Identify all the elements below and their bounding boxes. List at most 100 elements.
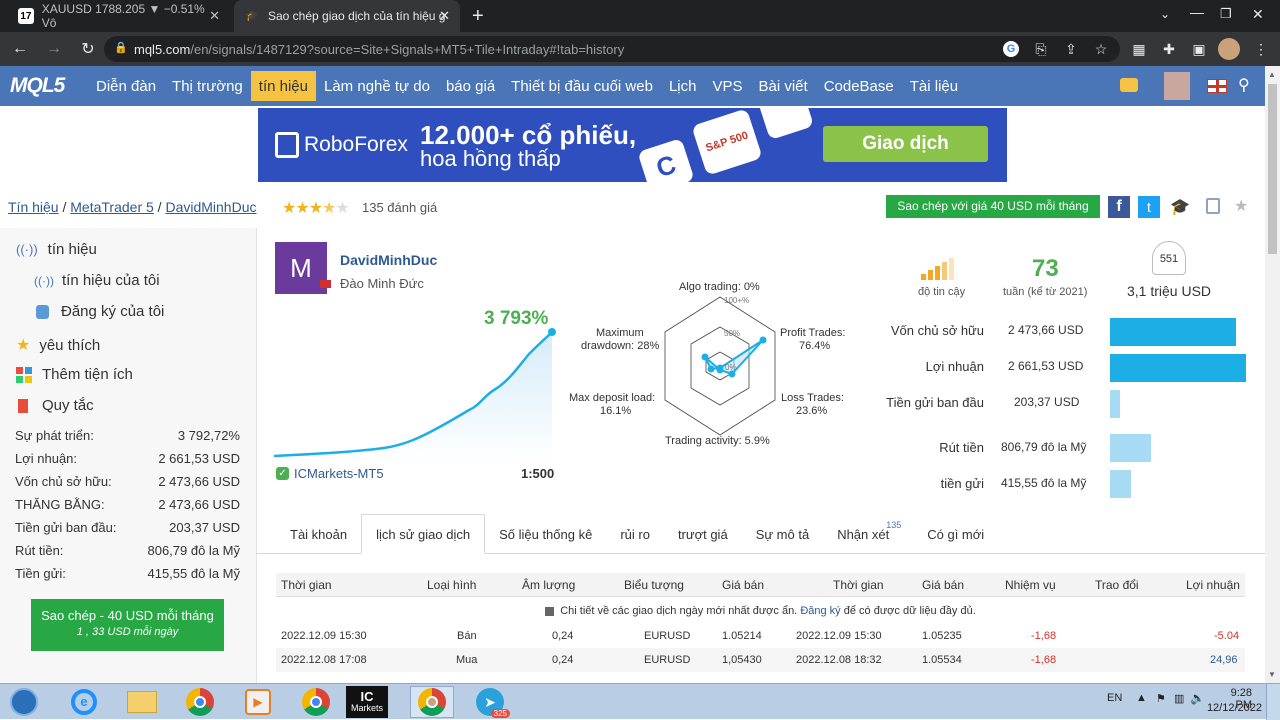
network-icon[interactable]: ▥ <box>1174 692 1184 705</box>
chrome-profile-icon[interactable] <box>410 686 454 718</box>
uk-flag-icon[interactable] <box>1207 79 1227 93</box>
show-desktop-button[interactable] <box>1266 684 1280 720</box>
close-tab-icon[interactable]: ✕ <box>439 8 450 24</box>
scroll-thumb[interactable] <box>1268 84 1277 254</box>
col-type[interactable]: Loại hình <box>427 578 476 592</box>
bar-value: 2 473,66 USD <box>1008 323 1084 337</box>
col-symbol[interactable]: Biểu tượng <box>624 578 684 592</box>
close-window-icon[interactable]: ✕ <box>1252 6 1264 23</box>
col-open-time[interactable]: Thời gian <box>281 578 332 592</box>
nav-webterminal[interactable]: Thiết bị đầu cuối web <box>503 66 661 106</box>
rating-count[interactable]: 135 đánh giá <box>362 200 437 215</box>
start-button[interactable] <box>2 686 46 718</box>
forward-icon[interactable]: → <box>40 35 68 63</box>
profile-avatar[interactable] <box>1218 38 1240 60</box>
sidebar-item-rules[interactable]: Quy tắc <box>18 397 94 414</box>
history-header: Thời gian Loại hình Âm lượng Biểu tượng … <box>276 573 1245 597</box>
chrome-icon[interactable] <box>178 686 222 718</box>
col-close-time[interactable]: Thời gian <box>833 578 884 592</box>
tab-account[interactable]: Tài khoản <box>276 514 361 554</box>
col-volume[interactable]: Âm lượng <box>522 578 575 592</box>
mql5-share-icon[interactable]: 🎓 <box>1170 197 1190 217</box>
sidepanel-icon[interactable]: ▣ <box>1188 38 1210 60</box>
user-avatar[interactable] <box>1164 72 1190 100</box>
extension-icon[interactable]: ▦ <box>1128 38 1150 60</box>
close-tab-icon[interactable]: ✕ <box>209 8 220 24</box>
col-open-price[interactable]: Giá bán <box>722 578 764 592</box>
media-player-icon[interactable]: ▶ <box>236 686 280 718</box>
page-scrollbar[interactable]: ▲ ▼ <box>1265 66 1280 683</box>
internet-explorer-icon[interactable]: e <box>62 686 106 718</box>
copy-signal-button[interactable]: Sao chép với giá 40 USD mỗi tháng <box>886 195 1100 218</box>
col-profit[interactable]: Lợi nhuận <box>1186 578 1240 592</box>
chat-icon[interactable] <box>1120 78 1138 92</box>
scroll-up-icon[interactable]: ▲ <box>1268 70 1276 79</box>
register-link[interactable]: Đăng ký <box>800 605 840 617</box>
nav-docs[interactable]: Tài liệu <box>902 66 966 106</box>
telegram-icon[interactable]: ➤ 325 <box>468 686 512 718</box>
sidebar-item-subscriptions[interactable]: Đăng ký của tôi <box>36 303 164 320</box>
sidebar-item-utilities[interactable]: Thêm tiện ích <box>16 366 133 383</box>
nav-calendar[interactable]: Lịch <box>661 66 705 106</box>
tab-search-icon[interactable]: ⌄ <box>1160 7 1170 21</box>
browser-tab-xauusd[interactable]: 17 XAUUSD 1788.205 ▼ −0.51% Vô ✕ <box>8 0 230 32</box>
menu-icon[interactable]: ⋮ <box>1250 38 1272 60</box>
nav-articles[interactable]: Bài viết <box>750 66 815 106</box>
facebook-icon[interactable]: f <box>1108 196 1130 218</box>
col-commission[interactable]: Nhiệm vụ <box>1005 578 1056 592</box>
icmarkets-icon[interactable]: IC Markets <box>346 686 388 718</box>
nav-codebase[interactable]: CodeBase <box>816 66 902 106</box>
url-input[interactable]: 🔒 mql5.com/en/signals/1487129?source=Sit… <box>104 36 1120 62</box>
nav-quotes[interactable]: báo giá <box>438 66 503 106</box>
chrome-icon-2[interactable] <box>294 686 338 718</box>
sidebar-item-favorites[interactable]: ★ yêu thích <box>16 335 100 355</box>
nav-market[interactable]: Thị trường <box>164 66 251 106</box>
roboforex-ad-banner[interactable]: RoboForex 12.000+ cổ phiếu, hoa hồng thấ… <box>258 108 1007 182</box>
author-name[interactable]: DavidMinhDuc <box>340 252 437 268</box>
twitter-icon[interactable]: t <box>1138 196 1160 218</box>
new-tab-button[interactable]: + <box>462 0 494 32</box>
tab-statistics[interactable]: Số liệu thống kê <box>485 514 606 554</box>
flag-tray-icon[interactable]: ⚑ <box>1156 692 1166 705</box>
translate-icon[interactable]: ⎘ <box>1030 38 1052 60</box>
share-icon[interactable]: ⇪ <box>1060 38 1082 60</box>
tab-slippage[interactable]: trượt giá <box>664 514 742 554</box>
puzzle-icon[interactable]: ✚ <box>1158 38 1180 60</box>
crumb-mt5[interactable]: MetaTrader 5 <box>70 199 154 215</box>
nav-freelance[interactable]: Làm nghề tự do <box>316 66 438 106</box>
bar-value: 415,55 đô la Mỹ <box>1001 476 1087 490</box>
bookmark-star-icon[interactable]: ☆ <box>1090 38 1112 60</box>
nav-forum[interactable]: Diễn đàn <box>88 66 164 106</box>
scroll-down-icon[interactable]: ▼ <box>1268 670 1276 679</box>
nav-vps[interactable]: VPS <box>704 66 750 106</box>
tab-reviews[interactable]: Nhận xét 135 <box>823 514 913 554</box>
col-close-price[interactable]: Giá bán <box>922 578 964 592</box>
favorite-star-icon[interactable]: ★ <box>1234 196 1248 216</box>
tab-description[interactable]: Sự mô tả <box>742 514 824 554</box>
maximize-icon[interactable]: ❐ <box>1220 6 1232 22</box>
tab-trade-history[interactable]: lịch sử giao dịch <box>361 514 486 554</box>
banner-cta-button[interactable]: Giao dịch <box>823 126 988 162</box>
nav-signals[interactable]: tín hiệu <box>250 71 316 101</box>
tab-news[interactable]: Có gì mới <box>913 514 998 554</box>
clock-date[interactable]: 12/12/2022 <box>1202 702 1262 714</box>
sidebar-item-my-signals[interactable]: ((·)) tín hiệu của tôi <box>34 272 160 289</box>
reload-icon[interactable]: ↻ <box>74 35 102 63</box>
sidebar-item-signals[interactable]: ((·)) tín hiệu <box>16 241 97 258</box>
tab-risks[interactable]: rủi ro <box>606 514 664 554</box>
broker-name[interactable]: ICMarkets-MT5 <box>294 466 384 481</box>
col-swap[interactable]: Trao đổi <box>1095 578 1139 592</box>
sidebar-copy-button[interactable]: Sao chép - 40 USD mỗi tháng 1 , 33 USD m… <box>31 599 224 651</box>
bookmark-icon[interactable] <box>1206 198 1220 214</box>
mql5-logo[interactable]: MQL5 <box>10 74 88 98</box>
search-icon[interactable]: ⚲ <box>1238 75 1250 95</box>
crumb-author[interactable]: DavidMinhDuc <box>165 199 256 215</box>
browser-tab-mql5[interactable]: 🎓 Sao chép giao dịch của tín hiệu g ✕ <box>234 0 460 32</box>
language-indicator[interactable]: EN <box>1107 692 1122 704</box>
google-icon[interactable]: G <box>1000 38 1022 60</box>
back-icon[interactable]: ← <box>6 35 34 63</box>
crumb-signals[interactable]: Tín hiệu <box>8 199 59 215</box>
file-explorer-icon[interactable] <box>120 686 164 718</box>
minimize-icon[interactable]: — <box>1190 4 1204 20</box>
tray-arrow-icon[interactable]: ▲ <box>1136 692 1147 704</box>
